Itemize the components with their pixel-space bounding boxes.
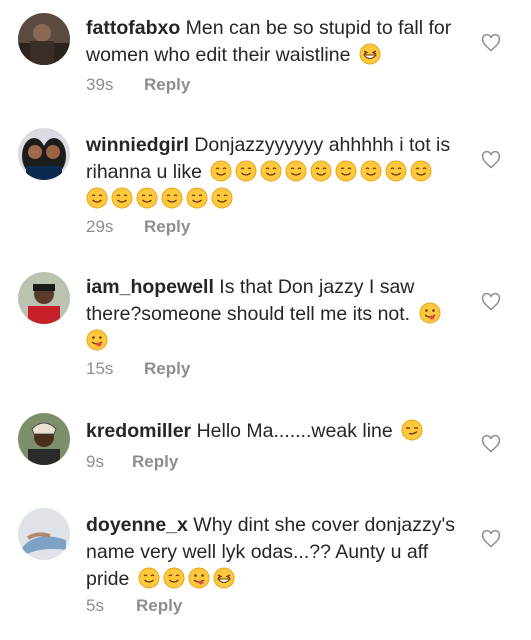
comment-username[interactable]: doyenne_x xyxy=(86,514,188,536)
reply-button[interactable]: Reply xyxy=(136,596,182,615)
comment-body: fattofabxo Men can be so stupid to fall … xyxy=(86,15,466,69)
smiling-face-icon xyxy=(211,187,233,209)
comment-username[interactable]: winniedgirl xyxy=(86,134,189,156)
heart-icon[interactable] xyxy=(481,150,501,170)
reply-button[interactable]: Reply xyxy=(144,217,190,236)
comment-time: 39s xyxy=(86,75,114,94)
comment-username[interactable]: iam_hopewell xyxy=(86,276,214,298)
reply-button[interactable]: Reply xyxy=(132,452,178,471)
smiling-face-icon xyxy=(161,187,183,209)
reply-button[interactable]: Reply xyxy=(144,75,190,94)
comment-body: doyenne_x Why dint she cover donjazzy's … xyxy=(86,512,466,593)
smiling-face-icon xyxy=(260,160,282,182)
comment-body: kredomiller Hello Ma.......weak line xyxy=(86,418,466,445)
smiling-face-icon xyxy=(360,160,382,182)
smiling-face-icon xyxy=(410,160,432,182)
smiling-face-icon xyxy=(111,187,133,209)
avatar[interactable] xyxy=(18,508,70,560)
comment-meta: 9s Reply xyxy=(86,452,178,472)
face-savoring-food-icon xyxy=(86,329,108,351)
reply-button[interactable]: Reply xyxy=(144,359,190,378)
smiling-face-icon xyxy=(163,567,185,589)
smiling-face-icon xyxy=(186,187,208,209)
grinning-squint-face-icon xyxy=(359,43,381,65)
heart-icon[interactable] xyxy=(481,529,501,549)
smiling-face-icon xyxy=(310,160,332,182)
smirking-face-icon xyxy=(401,419,423,441)
comment-time: 9s xyxy=(86,452,104,471)
grinning-squint-face-icon xyxy=(213,567,235,589)
comment-body: iam_hopewell Is that Don jazzy I saw the… xyxy=(86,274,466,355)
face-savoring-food-icon xyxy=(188,567,210,589)
face-savoring-food-icon xyxy=(419,302,441,324)
comment-time: 15s xyxy=(86,359,114,378)
smiling-face-icon xyxy=(86,187,108,209)
comment-username[interactable]: fattofabxo xyxy=(86,17,180,39)
avatar[interactable] xyxy=(18,128,70,180)
smiling-face-icon xyxy=(210,160,232,182)
heart-icon[interactable] xyxy=(481,33,501,53)
smiling-face-icon xyxy=(138,567,160,589)
comment-meta: 5s Reply xyxy=(86,596,182,616)
comment-meta: 39s Reply xyxy=(86,75,190,95)
avatar[interactable] xyxy=(18,413,70,465)
smiling-face-icon xyxy=(235,160,257,182)
comment-time: 29s xyxy=(86,217,114,236)
avatar[interactable] xyxy=(18,13,70,65)
smiling-face-icon xyxy=(385,160,407,182)
smiling-face-icon xyxy=(285,160,307,182)
comment-time: 5s xyxy=(86,596,104,615)
smiling-face-icon xyxy=(335,160,357,182)
comment-text: Hello Ma.......weak line xyxy=(196,420,393,442)
heart-icon[interactable] xyxy=(481,292,501,312)
smiling-face-icon xyxy=(136,187,158,209)
comment-username[interactable]: kredomiller xyxy=(86,420,191,442)
avatar[interactable] xyxy=(18,272,70,324)
comment-body: winniedgirl Donjazzyyyyyy ahhhhh i tot i… xyxy=(86,132,466,213)
comment-meta: 29s Reply xyxy=(86,217,190,237)
heart-icon[interactable] xyxy=(481,434,501,454)
comment-meta: 15s Reply xyxy=(86,359,190,379)
